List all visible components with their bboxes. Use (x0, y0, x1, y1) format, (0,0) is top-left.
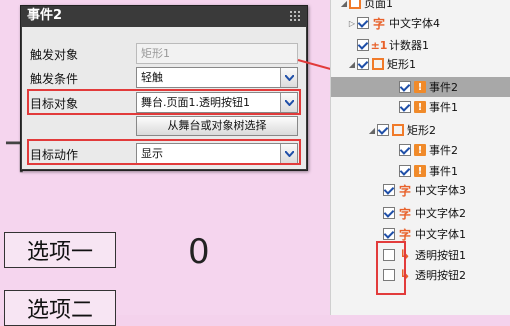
rectangle-icon (372, 58, 384, 70)
tree-node-label: 计数器1 (389, 39, 429, 52)
collapse-icon[interactable]: ◢ (347, 60, 357, 69)
visibility-checkbox[interactable] (399, 101, 411, 113)
tree-node-text4[interactable]: ▷ 字 中文字体4 (347, 13, 440, 33)
tree-node-label: 透明按钮1 (415, 249, 466, 262)
trigger-condition-select[interactable]: 轻触 (136, 67, 298, 88)
button-checkbox-highlight (376, 241, 406, 295)
chevron-down-icon[interactable] (280, 68, 297, 87)
visibility-checkbox[interactable] (383, 207, 395, 219)
tree-node-rect1-event2[interactable]: ! 事件2 (331, 77, 510, 97)
tree-node-label: 矩形2 (407, 124, 436, 137)
tree-node-label: 矩形1 (387, 58, 416, 71)
trigger-condition-value: 轻触 (141, 71, 163, 84)
tree-node-label: 事件1 (429, 101, 458, 114)
tree-node-page[interactable]: ◢ 页面1 (339, 0, 393, 13)
visibility-checkbox[interactable] (399, 144, 411, 156)
tree-node-rect1[interactable]: ◢ 矩形1 (347, 54, 416, 74)
visibility-checkbox[interactable] (357, 39, 369, 51)
trigger-object-label: 触发对象 (30, 48, 79, 62)
target-action-highlight (27, 139, 301, 165)
collapse-icon[interactable]: ◢ (339, 0, 349, 8)
text-icon: 字 (398, 227, 411, 242)
tree-node-rect2-event2[interactable]: ! 事件2 (399, 140, 458, 160)
text-icon: 字 (398, 206, 411, 221)
tree-node-label: 中文字体4 (389, 17, 440, 30)
text-icon: 字 (398, 183, 411, 198)
tree-node-counter[interactable]: ±1 计数器1 (357, 35, 429, 55)
tree-node-text2[interactable]: 字 中文字体2 (383, 203, 466, 223)
tree-node-rect2[interactable]: ◢ 矩形2 (367, 120, 436, 140)
visibility-checkbox[interactable] (399, 165, 411, 177)
event-icon: ! (414, 81, 426, 93)
event-icon: ! (414, 165, 426, 177)
grip-icon[interactable] (290, 11, 301, 21)
visibility-checkbox[interactable] (357, 17, 369, 29)
tree-node-label: 中文字体1 (415, 228, 466, 241)
tree-node-label: 中文字体3 (415, 184, 466, 197)
tree-node-label: 事件1 (429, 165, 458, 178)
option-two-button[interactable]: 选项二 (4, 290, 116, 326)
expand-icon[interactable]: ▷ (347, 19, 357, 28)
tree-node-label: 事件2 (429, 144, 458, 157)
tree-node-label: 页面1 (364, 0, 393, 10)
visibility-checkbox[interactable] (377, 124, 389, 136)
event-icon: ! (414, 101, 426, 113)
tree-node-label: 中文字体2 (415, 207, 466, 220)
option-one-button[interactable]: 选项一 (4, 232, 116, 268)
target-object-highlight (27, 89, 301, 115)
trigger-object-field: 矩形1 (136, 43, 298, 64)
text-icon: 字 (372, 16, 385, 31)
trigger-object-row: 触发对象 矩形1 (22, 43, 306, 65)
tree-node-text3[interactable]: 字 中文字体3 (383, 180, 466, 200)
page-icon (349, 0, 361, 9)
object-tree: ◢ 页面1 ▷ 字 中文字体4 ±1 计数器1 ◢ 矩形1 ! 事件2 ! 事件… (330, 0, 510, 315)
counter-icon: ±1 (370, 38, 388, 52)
visibility-checkbox[interactable] (383, 228, 395, 240)
event-icon: ! (414, 144, 426, 156)
trigger-condition-row: 触发条件 轻触 (22, 67, 306, 89)
visibility-checkbox[interactable] (383, 184, 395, 196)
dialog-title-text: 事件2 (27, 8, 63, 23)
dialog-title[interactable]: 事件2 (21, 6, 307, 26)
visibility-checkbox[interactable] (399, 81, 411, 93)
tree-node-rect2-event1[interactable]: ! 事件1 (399, 161, 458, 181)
tree-node-label: 事件2 (429, 81, 458, 94)
collapse-icon[interactable]: ◢ (367, 126, 377, 135)
tree-node-label: 透明按钮2 (415, 269, 466, 282)
tree-node-rect1-event1[interactable]: ! 事件1 (399, 97, 458, 117)
pick-from-stage-button[interactable]: 从舞台或对象树选择 (136, 116, 298, 136)
counter-display[interactable]: 0 (188, 232, 210, 272)
visibility-checkbox[interactable] (357, 58, 369, 70)
trigger-condition-label: 触发条件 (30, 72, 79, 86)
rectangle-icon (392, 124, 404, 136)
